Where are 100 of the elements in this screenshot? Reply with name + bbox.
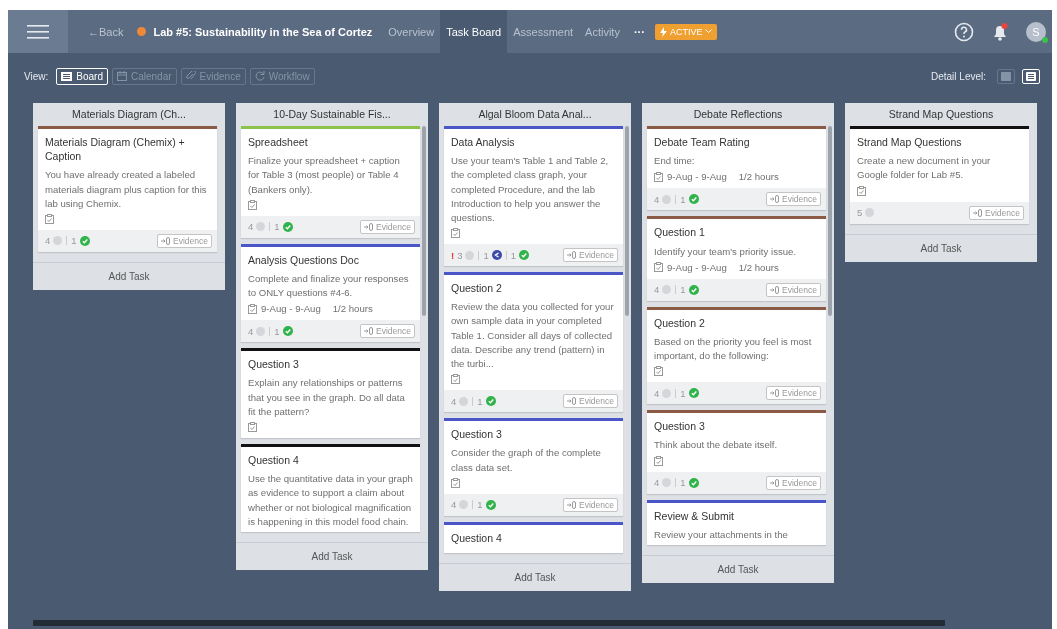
task-card[interactable]: Analysis Questions Doc Complete and finalize your responses to ONLY questions #4-6. 9-Aug - 9-Aug 1/2 hours 4 1 Evidence: [241, 243, 420, 343]
status-count: 3: [457, 249, 463, 261]
task-card[interactable]: Review & Submit Review your attachments in the: [647, 499, 826, 545]
status-count: 4: [654, 284, 660, 296]
view-button[interactable]: Board: [56, 67, 108, 85]
task-card[interactable]: Question 2 Based on the priority you feel is most important, do the following: 4 1 Evidence: [647, 306, 826, 405]
scrollbar[interactable]: [828, 126, 832, 316]
task-card[interactable]: Question 2 Review the data you collected for your own sample data in your completed Table 1. Consider all days of collected data. Describe any trend (pattern) in the turbi... 4 1 Evidence: [444, 272, 623, 413]
pending-dot-icon: [662, 478, 672, 488]
check-icon: [688, 284, 699, 295]
task-duration: 1/2 hours: [738, 261, 779, 273]
horizontal-scrollbar[interactable]: [33, 620, 945, 626]
pending-dot-icon: [53, 236, 63, 246]
task-title: Question 3: [451, 427, 503, 442]
task-duration: 1/2 hours: [738, 171, 779, 183]
add-task-button[interactable]: Add Task: [33, 261, 225, 290]
task-card[interactable]: Materials Diagram (Chemix) + Caption You have already created a labeled materials diagram plus caption for this lab using Chemix. 4 1 Evidence: [38, 126, 217, 252]
task-card[interactable]: Strand Map Questions Create a new document in your Google folder for Lab #5. 5 Evidence: [850, 126, 1029, 224]
help-icon[interactable]: [954, 21, 974, 42]
task-description: Use the quantitative data in your graph as evidence to support a claim about whether or not biological magnification is happening in this model food chain.: [248, 472, 413, 529]
check-icon: [688, 477, 699, 488]
nav-tab[interactable]: Overview: [382, 10, 441, 53]
attach-icon: [770, 478, 781, 487]
task-dates: 9-Aug - 9-Aug: [667, 261, 727, 273]
task-title: Debate Team Rating: [654, 135, 751, 150]
more-button[interactable]: ···: [633, 25, 645, 38]
pending-dot-icon: [459, 500, 469, 510]
compact-icon: [1001, 71, 1011, 81]
status-count: 1: [477, 499, 483, 511]
task-card[interactable]: Question 3 Explain any relationships or patterns that you see in the graph. Do all data fit the pattern?: [241, 348, 420, 438]
add-task-button[interactable]: Add Task: [642, 555, 834, 583]
nav-tab[interactable]: Assessment: [507, 10, 580, 53]
task-card[interactable]: Question 3 Consider the graph of the complete class data set. 4 1 Evidence: [444, 418, 623, 516]
task-title: Question 4: [248, 453, 300, 468]
status-count: 1: [274, 221, 280, 233]
column-title: Debate Reflections: [692, 107, 784, 122]
paperclip-icon: [185, 71, 196, 81]
attach-icon: [770, 195, 781, 204]
attach-icon: [770, 389, 781, 398]
progress-icon: [491, 250, 502, 261]
scrollbar[interactable]: [422, 126, 426, 316]
task-description: Consider the graph of the complete class data set.: [451, 446, 602, 475]
status-count: 4: [654, 193, 660, 205]
status-count: 4: [451, 499, 457, 511]
pending-dot-icon: [256, 326, 266, 336]
task-card[interactable]: Debate Team Rating End time: 9-Aug - 9-Aug 1/2 hours 4 1 Evidence: [647, 126, 826, 211]
status-count: 4: [248, 325, 254, 337]
status-count: 1: [477, 395, 483, 407]
task-title: Question 3: [248, 357, 300, 372]
task-description: Think about the debate itself.: [654, 438, 779, 453]
task-card[interactable]: Question 3 Think about the debate itself. 4 1 Evidence: [647, 410, 826, 494]
add-task-button[interactable]: Add Task: [845, 233, 1037, 262]
task-description: End time:: [654, 154, 696, 169]
pending-dot-icon: [662, 285, 672, 295]
task-card[interactable]: Question 4 Use the quantitative data in your graph as evidence to support a claim about whether or not biological magnification is happening in this model food chain.: [241, 444, 420, 532]
check-icon: [688, 388, 699, 399]
check-icon: [485, 499, 496, 510]
pending-dot-icon: [465, 250, 475, 260]
status-count: 1: [680, 387, 686, 399]
attach-icon: [770, 285, 781, 294]
task-description: Identify your team's priority issue.: [654, 244, 798, 259]
menu-button[interactable]: [8, 10, 68, 53]
column-title: Algal Bloom Data Anal...: [477, 107, 593, 122]
nav-tab[interactable]: Task Board: [440, 10, 508, 53]
status-count: 4: [654, 477, 660, 489]
task-title: Question 2: [451, 281, 503, 296]
task-title: Review & Submit: [654, 508, 735, 523]
status-dot: [137, 27, 147, 36]
scrollbar[interactable]: [625, 126, 629, 316]
task-title: Question 3: [654, 419, 706, 434]
add-task-button[interactable]: Add Task: [236, 541, 428, 570]
nav-tab[interactable]: Activity: [579, 10, 626, 53]
refresh-icon: [254, 71, 265, 81]
list-icon: [1026, 71, 1036, 81]
task-card[interactable]: Data Analysis Use your team's Table 1 and Table 2, the completed class graph, your completed Procedure, and the lab Introduction to help you answer the questions. ! 3 1 1 Evidence: [444, 126, 623, 267]
task-title: Materials Diagram (Chemix) + Caption: [45, 135, 186, 164]
pending-dot-icon: [662, 194, 672, 204]
task-title: Question 4: [451, 530, 503, 545]
check-icon: [282, 326, 293, 337]
task-title: Data Analysis: [451, 135, 516, 150]
task-card[interactable]: Question 4: [444, 521, 623, 553]
pending-dot-icon: [865, 208, 875, 218]
task-card[interactable]: Spreadsheet Finalize your spreadsheet + caption for Table 3 (most people) or Table 4 (Bankers only). 4 1 Evidence: [241, 126, 420, 238]
task-title: Spreadsheet: [248, 135, 309, 150]
back-link[interactable]: ←Back: [88, 25, 124, 38]
attach-icon: [567, 397, 578, 406]
board-icon: [61, 71, 73, 81]
lightning-icon: [659, 26, 667, 37]
alert-icon: !: [451, 249, 455, 261]
status-count: 4: [248, 221, 254, 233]
add-task-button[interactable]: Add Task: [439, 562, 631, 591]
check-icon: [485, 396, 496, 407]
task-description: Finalize your spreadsheet + caption for Table 3 (most people) or Table 4 (Bankers only).: [248, 154, 401, 197]
attach-icon: [161, 236, 172, 245]
task-description: Based on the priority you feel is most important, do the following:: [654, 334, 813, 364]
status-count: 4: [45, 235, 51, 247]
task-card[interactable]: Question 1 Identify your team's priority issue. 9-Aug - 9-Aug 1/2 hours 4 1 Evidence: [647, 216, 826, 301]
pending-dot-icon: [662, 388, 672, 398]
status-count: 4: [451, 395, 457, 407]
task-title: Strand Map Questions: [857, 135, 963, 150]
